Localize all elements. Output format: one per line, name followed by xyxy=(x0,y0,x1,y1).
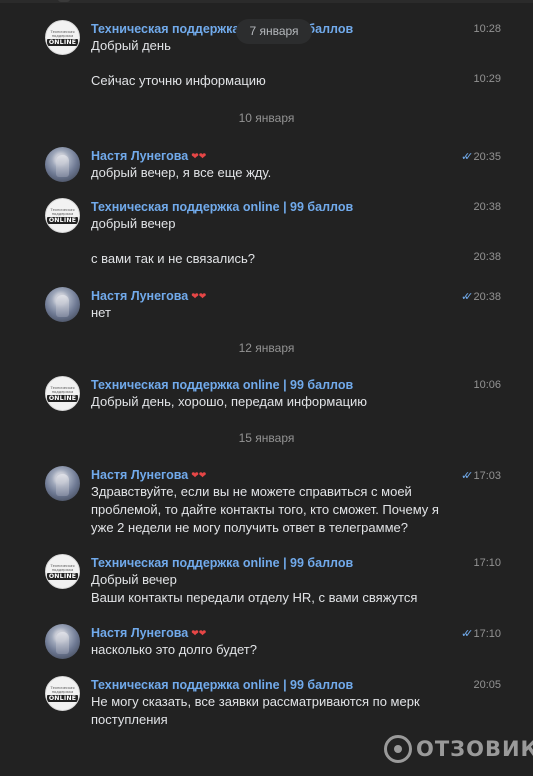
message-time: 17:10 xyxy=(473,557,501,569)
avatar-text: поддержка xyxy=(51,211,74,216)
author-name[interactable]: Техническая поддержка online | 99 баллов xyxy=(91,678,353,692)
watermark-text: ОТЗОВИК xyxy=(416,737,533,761)
message-text: добрый вечер, я все еще жду. xyxy=(91,165,272,180)
message-text: с вами так и не связались? xyxy=(91,251,255,266)
avatar-text: ONLINE xyxy=(46,694,79,702)
author-name[interactable]: Настя Лунегова ❤❤ xyxy=(91,149,206,163)
message-text: Ваши контакты передали отделу HR, с вами… xyxy=(91,590,418,605)
message-text: Добрый вечер xyxy=(91,572,177,587)
avatar-text: поддержка xyxy=(51,33,74,38)
support-avatar[interactable]: Техническая поддержка ONLINE xyxy=(45,376,80,411)
message-time: 10:06 xyxy=(473,379,501,391)
user-avatar[interactable] xyxy=(45,147,80,182)
heart-icon: ❤❤ xyxy=(191,151,207,161)
message-time: ✓✓ 20:35 xyxy=(460,151,501,163)
otzovik-watermark: ОТЗОВИК xyxy=(384,733,533,765)
message-text: поступления xyxy=(91,712,168,727)
message-time: ✓✓ 17:10 xyxy=(460,628,501,640)
author-name[interactable]: Настя Лунегова ❤❤ xyxy=(91,289,206,303)
message-text: Сейчас уточню информацию xyxy=(91,73,266,88)
top-scroll-edge xyxy=(0,0,533,3)
message-time: 10:28 xyxy=(473,23,501,35)
support-avatar[interactable]: Техническая поддержка ONLINE xyxy=(45,20,80,55)
read-checkmarks-icon: ✓✓ xyxy=(460,151,474,163)
support-avatar[interactable]: Техническая поддержка ONLINE xyxy=(45,198,80,233)
author-name[interactable]: Техническая поддержка online | 99 баллов xyxy=(91,556,353,570)
avatar-text: поддержка xyxy=(51,389,74,394)
message-time: 20:05 xyxy=(473,679,501,691)
message-text: насколько это долго будет? xyxy=(91,642,257,657)
message-time: ✓✓ 17:03 xyxy=(460,470,501,482)
message-time: 20:38 xyxy=(473,251,501,263)
author-name[interactable]: Техническая поддержка online | 99 баллов xyxy=(91,200,353,214)
support-avatar[interactable]: Техническая поддержка ONLINE xyxy=(45,676,80,711)
user-avatar[interactable] xyxy=(45,624,80,659)
message-time: ✓✓ 20:38 xyxy=(460,291,501,303)
message-text: Добрый день xyxy=(91,38,171,53)
date-separator: 10 января xyxy=(238,111,295,125)
avatar-text: ONLINE xyxy=(46,216,79,224)
message-text: проблемой, то дайте контакты того, кто с… xyxy=(91,502,439,517)
watermark-logo-icon xyxy=(384,735,412,763)
message-text: добрый вечер xyxy=(91,216,176,231)
message-text: Не могу сказать, все заявки рассматриваю… xyxy=(91,694,420,709)
message-time: 20:38 xyxy=(473,201,501,213)
heart-icon: ❤❤ xyxy=(191,291,207,301)
read-checkmarks-icon: ✓✓ xyxy=(460,470,474,482)
message-text: нет xyxy=(91,305,111,320)
heart-icon: ❤❤ xyxy=(191,470,207,480)
user-avatar[interactable] xyxy=(45,466,80,501)
date-separator: 15 января xyxy=(238,431,295,445)
message-text: Добрый день, хорошо, передам информацию xyxy=(91,394,368,409)
author-name[interactable]: Техническая поддержка online | 99 баллов xyxy=(91,22,353,36)
avatar-text: ONLINE xyxy=(46,572,79,580)
message-time: 10:29 xyxy=(473,73,501,85)
author-name[interactable]: Настя Лунегова ❤❤ xyxy=(91,468,206,482)
support-avatar[interactable]: Техническая поддержка ONLINE xyxy=(45,554,80,589)
avatar-text: ONLINE xyxy=(46,394,79,402)
avatar-text: ONLINE xyxy=(46,38,79,46)
author-name[interactable]: Техническая поддержка online | 99 баллов xyxy=(91,378,353,392)
date-separator: 12 января xyxy=(238,341,295,355)
heart-icon: ❤❤ xyxy=(191,628,207,638)
scroll-knob xyxy=(58,0,70,2)
author-name[interactable]: Настя Лунегова ❤❤ xyxy=(91,626,206,640)
avatar-text: поддержка xyxy=(51,567,74,572)
message-text: уже 2 недели не могу получить ответ в те… xyxy=(91,520,408,535)
message-text: Здравствуйте, если вы не можете справить… xyxy=(91,484,412,499)
read-checkmarks-icon: ✓✓ xyxy=(460,628,474,640)
avatar-text: поддержка xyxy=(51,689,74,694)
user-avatar[interactable] xyxy=(45,287,80,322)
read-checkmarks-icon: ✓✓ xyxy=(460,291,474,303)
floating-date-badge: 7 января xyxy=(236,19,312,44)
